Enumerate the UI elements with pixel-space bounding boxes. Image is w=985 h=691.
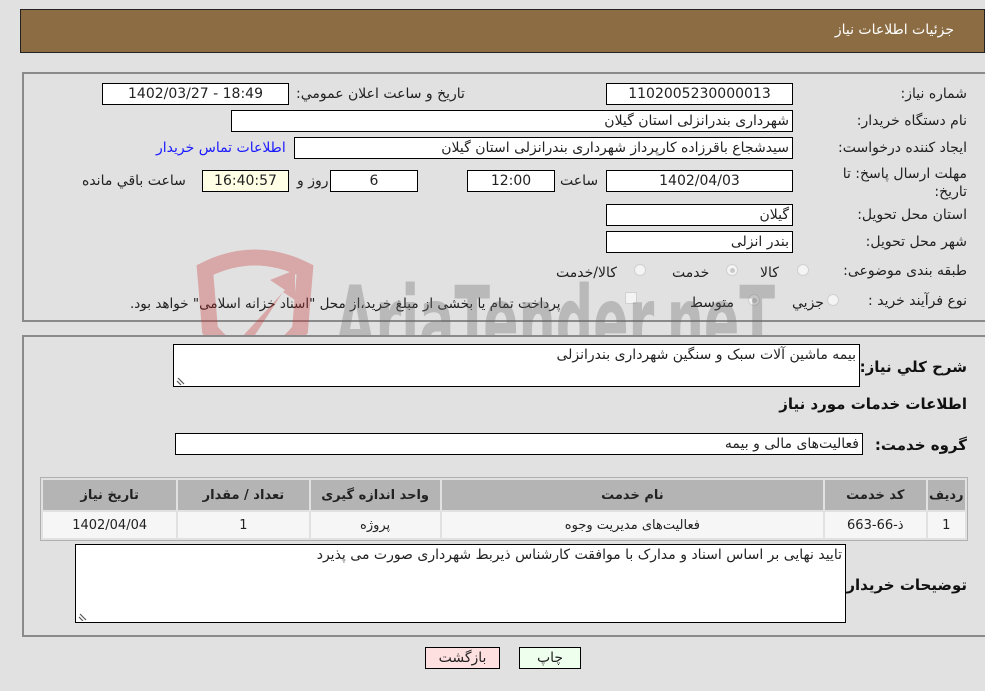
buyer-contact-link[interactable]: اطلاعات تماس خریدار xyxy=(156,140,286,156)
announce-datetime-field[interactable]: 1402/03/27 - 18:49 xyxy=(102,83,289,105)
deadline-days-field[interactable]: 6 xyxy=(330,170,418,192)
city-label: شهر محل تحویل: xyxy=(865,234,967,250)
page-title: جزئیات اطلاعات نیاز xyxy=(834,22,954,38)
province-field[interactable]: گیلان xyxy=(606,204,793,226)
deadline-time-label: ساعت xyxy=(560,173,599,189)
process-radio-minor[interactable] xyxy=(827,294,839,306)
deadline-days-label: روز و xyxy=(297,173,329,189)
cell-need-date: 1402/04/04 xyxy=(43,512,177,538)
treasury-checkbox-label: پرداخت تمام یا بخشی از مبلغ خرید،از محل … xyxy=(130,296,561,312)
need-number-field[interactable]: 1102005230000013 xyxy=(606,83,793,105)
buyer-notes-text: تایید نهایی بر اساس اسناد و مدارک با موا… xyxy=(316,547,842,563)
city-field[interactable]: بندر انزلی xyxy=(606,231,793,253)
process-radio-medium[interactable] xyxy=(748,294,760,306)
service-group-label: گروه خدمت: xyxy=(874,436,967,454)
deadline-label: مهلت ارسال پاسخ: تا تاریخ: xyxy=(842,166,967,200)
requester-field[interactable]: سیدشجاع باقرزاده کارپرداز شهرداری بندران… xyxy=(294,137,793,159)
col-header-row-number: ردیف xyxy=(927,480,965,510)
buyer-org-field[interactable]: شهرداری بندرانزلی استان گیلان xyxy=(231,110,793,132)
cell-service-name: فعالیت‌های مدیریت وجوه xyxy=(441,512,824,538)
category-option-goods: کالا xyxy=(760,265,779,281)
category-radio-service[interactable] xyxy=(726,264,738,276)
resize-grip-icon[interactable] xyxy=(176,375,186,385)
description-label: شرح کلي نیاز: xyxy=(859,358,967,376)
deadline-date-field[interactable]: 1402/04/03 xyxy=(606,170,793,192)
deadline-time-field[interactable]: 12:00 xyxy=(467,170,555,192)
description-text: بیمه ماشین آلات سبک و سنگین شهرداری بندر… xyxy=(556,347,856,363)
col-header-service-name: نام خدمت xyxy=(441,480,824,510)
table-row: 1 ذ-66-663 فعالیت‌های مدیریت وجوه پروژه … xyxy=(43,512,965,538)
buyer-notes-label: توضیحات خریدار: xyxy=(840,576,967,594)
cell-service-code: ذ-66-663 xyxy=(825,512,926,538)
services-table: ردیف کد خدمت نام خدمت واحد اندازه گیری ت… xyxy=(40,477,968,541)
resize-grip-icon[interactable] xyxy=(78,611,88,621)
purchase-process-label: نوع فرآیند خرید : xyxy=(868,293,967,309)
need-number-label: شماره نیاز: xyxy=(900,86,968,102)
col-header-service-code: کد خدمت xyxy=(825,480,926,510)
buyer-notes-textarea[interactable]: تایید نهایی بر اساس اسناد و مدارک با موا… xyxy=(75,544,846,623)
page-header: جزئیات اطلاعات نیاز xyxy=(20,9,985,53)
col-header-need-date: تاریخ نیاز xyxy=(43,480,177,510)
category-radio-goods[interactable] xyxy=(797,264,809,276)
col-header-quantity: تعداد / مقدار xyxy=(178,480,309,510)
print-button[interactable]: چاپ xyxy=(519,647,581,669)
announce-datetime-label: تاریخ و ساعت اعلان عمومي: xyxy=(296,86,465,102)
category-option-goods-service: کالا/خدمت xyxy=(556,265,617,281)
back-button[interactable]: بازگشت xyxy=(425,647,500,669)
category-option-service: خدمت xyxy=(672,265,710,281)
buyer-org-label: نام دستگاه خریدار: xyxy=(856,113,967,129)
service-group-field[interactable]: فعالیت‌های مالی و بیمه xyxy=(175,433,863,455)
process-option-minor: جزيي xyxy=(792,295,824,311)
col-header-unit: واحد اندازه گیری xyxy=(310,480,440,510)
cell-unit: پروژه xyxy=(310,512,440,538)
province-label: استان محل تحویل: xyxy=(857,207,967,223)
table-header-row: ردیف کد خدمت نام خدمت واحد اندازه گیری ت… xyxy=(43,480,965,510)
remaining-time-label: ساعت باقي مانده xyxy=(82,173,186,189)
remaining-time-field: 16:40:57 xyxy=(202,170,289,192)
category-radio-goods-service[interactable] xyxy=(634,264,646,276)
treasury-checkbox[interactable] xyxy=(625,292,637,304)
process-option-medium: متوسط xyxy=(690,295,734,311)
cell-quantity: 1 xyxy=(178,512,309,538)
cell-row-number: 1 xyxy=(927,512,965,538)
description-textarea[interactable]: بیمه ماشین آلات سبک و سنگین شهرداری بندر… xyxy=(173,344,860,387)
requester-label: ایجاد کننده درخواست: xyxy=(838,140,967,156)
category-label: طبقه بندی موضوعی: xyxy=(843,263,967,279)
services-heading: اطلاعات خدمات مورد نیاز xyxy=(779,395,967,413)
